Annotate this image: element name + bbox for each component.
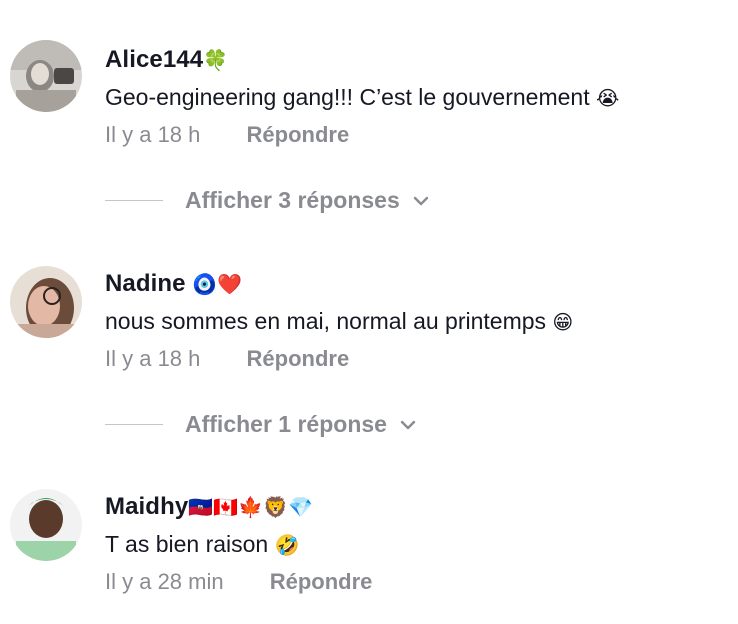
comment-username[interactable]: Maidhy🇭🇹🇨🇦🍁🦁💎: [105, 493, 313, 521]
emoji: 🤣: [274, 533, 300, 557]
comment-meta: Il y a 18 h Répondre: [105, 122, 349, 148]
avatar[interactable]: [10, 489, 82, 561]
username-text[interactable]: Maidhy: [105, 493, 188, 520]
avatar-image: [10, 489, 82, 561]
view-replies-label: Afficher 3 réponses: [185, 187, 400, 213]
comment-text: Geo-engineering gang!!! C’est le gouvern…: [105, 84, 619, 111]
comment-meta: Il y a 28 min Répondre: [105, 569, 372, 595]
avatar[interactable]: [10, 40, 82, 112]
comment-timestamp: Il y a 18 h: [105, 122, 201, 147]
comment-body: T as bien raison: [105, 531, 269, 557]
comment-meta: Il y a 18 h Répondre: [105, 346, 349, 372]
reply-button[interactable]: Répondre: [270, 569, 373, 594]
comment-body: Geo-engineering gang!!! C’est le gouvern…: [105, 84, 590, 110]
comment-timestamp: Il y a 28 min: [105, 569, 224, 594]
comment-username[interactable]: Nadine 🧿❤️: [105, 270, 242, 298]
emoji: 😭: [595, 86, 620, 110]
badge-emoji: 🧿❤️: [192, 272, 243, 296]
reply-button[interactable]: Répondre: [247, 122, 350, 147]
reply-button[interactable]: Répondre: [247, 346, 350, 371]
chevron-down-icon: [400, 420, 416, 429]
comment-text: T as bien raison 🤣: [105, 531, 300, 558]
divider-line: [105, 199, 163, 202]
divider-line: [105, 423, 163, 426]
chevron-down-icon: [413, 196, 428, 205]
badge-emoji: 🍀: [203, 48, 229, 72]
view-replies-button[interactable]: Afficher 3 réponses: [105, 187, 430, 214]
username-text[interactable]: Nadine: [105, 270, 186, 297]
emoji: 😁: [552, 310, 574, 334]
comment-body: nous sommes en mai, normal au printemps: [105, 308, 547, 334]
avatar-image: [10, 266, 82, 338]
avatar-image: [10, 40, 82, 112]
comment-text: nous sommes en mai, normal au printemps …: [105, 308, 573, 335]
view-replies-button[interactable]: Afficher 1 réponse: [105, 411, 417, 438]
avatar[interactable]: [10, 266, 82, 338]
view-replies-label: Afficher 1 réponse: [185, 411, 387, 437]
comment-username[interactable]: Alice144🍀: [105, 46, 228, 74]
badge-emoji: 🇭🇹🇨🇦🍁🦁💎: [188, 495, 314, 519]
comment-timestamp: Il y a 18 h: [105, 346, 201, 371]
username-text[interactable]: Alice144: [105, 46, 203, 73]
